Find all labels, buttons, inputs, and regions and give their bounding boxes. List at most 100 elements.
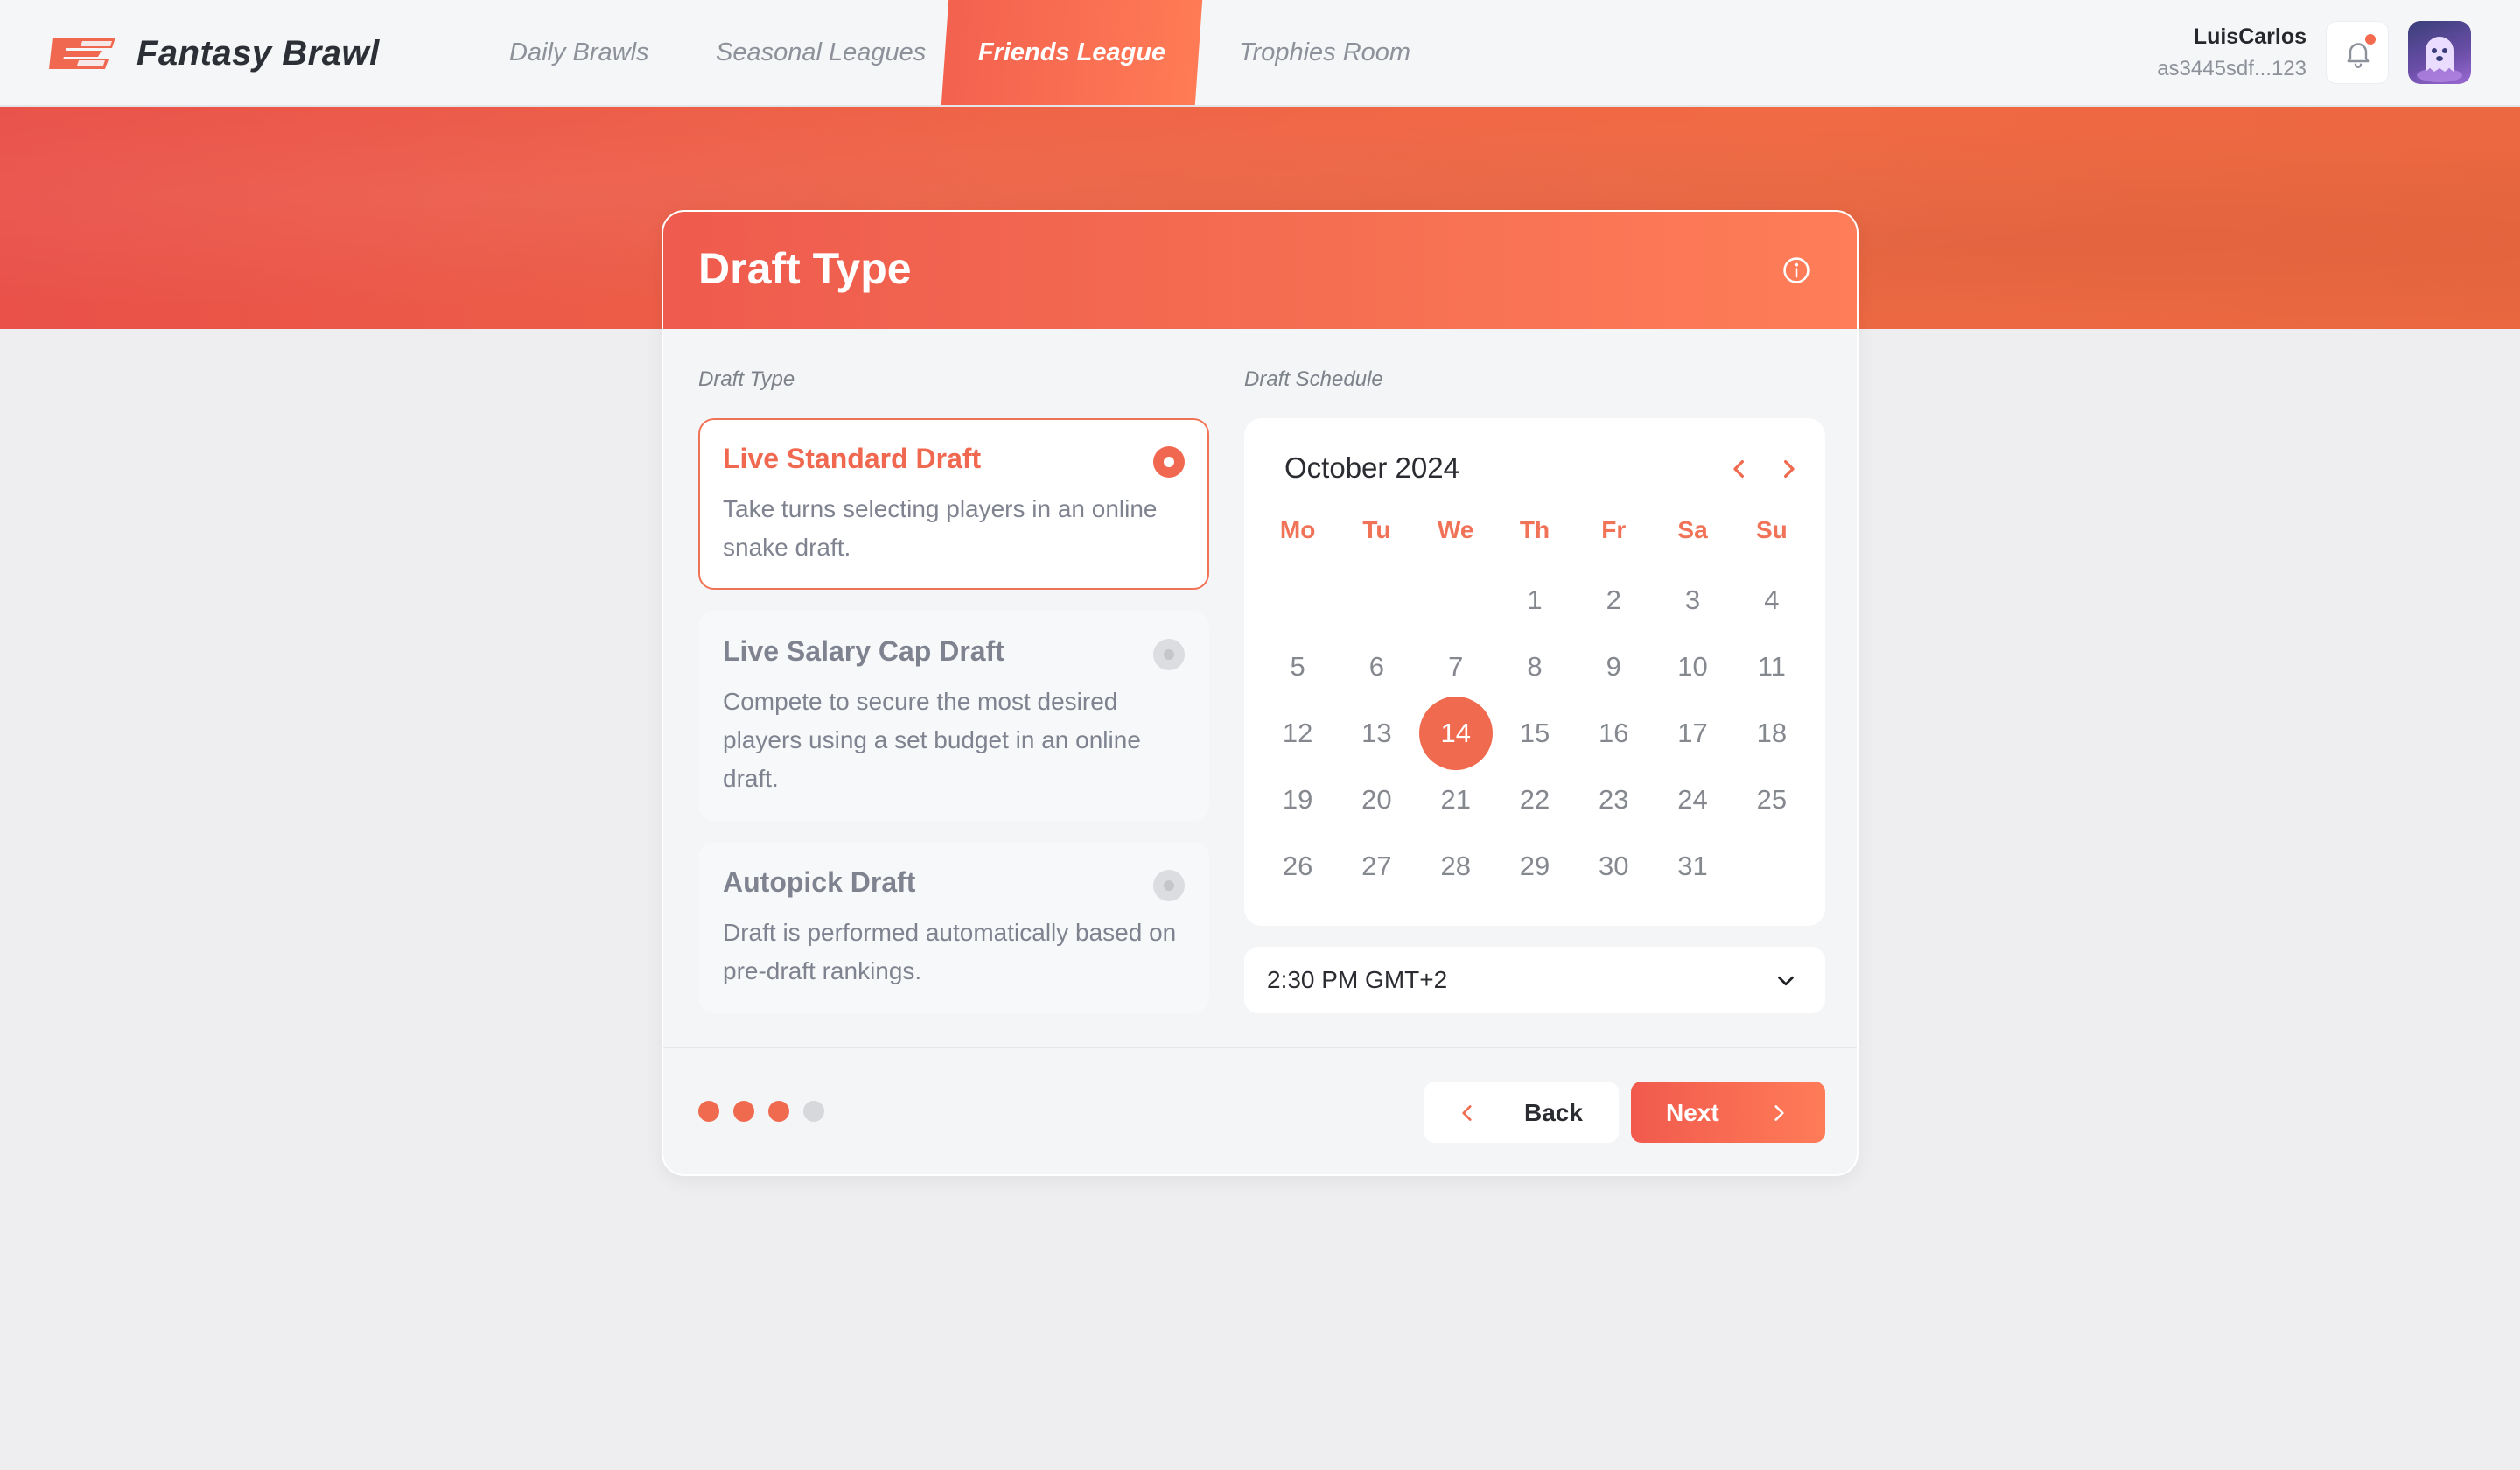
- step-dot-pending: [803, 1101, 824, 1122]
- calendar-day[interactable]: 2: [1574, 567, 1653, 634]
- back-button[interactable]: Back: [1424, 1082, 1619, 1143]
- calendar-day[interactable]: 5: [1258, 634, 1337, 700]
- radio-button[interactable]: [1153, 639, 1185, 670]
- step-dot-completed: [733, 1101, 754, 1122]
- next-button-label: Next: [1666, 1099, 1719, 1126]
- calendar-day[interactable]: 9: [1574, 634, 1653, 700]
- calendar-day[interactable]: 18: [1732, 700, 1811, 766]
- calendar-day[interactable]: 7: [1417, 634, 1495, 700]
- draft-time-select[interactable]: 2:30 PM GMT+2: [1244, 947, 1825, 1013]
- calendar-day[interactable]: 16: [1574, 700, 1653, 766]
- calendar-day-empty: [1337, 567, 1416, 634]
- calendar-day-label: 13: [1362, 718, 1392, 748]
- calendar-day-label: 15: [1519, 718, 1550, 748]
- avatar[interactable]: [2408, 21, 2471, 84]
- calendar-day-grid: 1 2 3 4 5 6 7 8 9 10 11 12 13 14 15 16 17 18 19 20 21 22 23 24 2…: [1258, 567, 1811, 900]
- weekday-label: Sa: [1677, 516, 1708, 543]
- calendar-day-label: 12: [1282, 718, 1313, 748]
- calendar-day-label: 25: [1756, 784, 1788, 815]
- weekday-label: Tu: [1362, 516, 1391, 543]
- calendar-day-label: 3: [1684, 584, 1701, 615]
- calendar-day[interactable]: 6: [1337, 634, 1416, 700]
- tab-label: Seasonal Leagues: [716, 38, 927, 66]
- brand-name: Fantasy Brawl: [136, 33, 380, 73]
- user-info[interactable]: LuisCarlos as3445sdf...123: [2157, 24, 2306, 81]
- calendar-day[interactable]: 8: [1495, 634, 1574, 700]
- fb-logo-icon: [49, 38, 116, 69]
- calendar-day[interactable]: 31: [1653, 833, 1732, 900]
- calendar-day[interactable]: 13: [1337, 700, 1416, 766]
- calendar-day[interactable]: 23: [1574, 766, 1653, 833]
- calendar-day[interactable]: 29: [1495, 833, 1574, 900]
- calendar-day[interactable]: 24: [1653, 766, 1732, 833]
- draft-option-description: Draft is performed automatically based o…: [723, 919, 1177, 984]
- draft-option-live-standard[interactable]: Live Standard Draft Take turns selecting…: [698, 418, 1209, 590]
- draft-option-description: Take turns selecting players in an onlin…: [723, 495, 1158, 561]
- calendar-month-label: October 2024: [1284, 452, 1460, 484]
- calendar-week-row: 12 13 14 15 16 17 18: [1258, 696, 1811, 770]
- calendar-day-empty: [1417, 567, 1495, 634]
- radio-button[interactable]: [1153, 870, 1185, 901]
- weekday-label: Th: [1519, 516, 1550, 543]
- calendar-day-label: 2: [1606, 584, 1621, 615]
- chevron-right-icon: [1774, 1105, 1784, 1121]
- calendar-day-label: 8: [1527, 651, 1543, 682]
- calendar-day[interactable]: 11: [1732, 634, 1811, 700]
- next-button[interactable]: Next: [1631, 1082, 1825, 1143]
- calendar-day-label: 14: [1418, 696, 1493, 770]
- tab-friends-league[interactable]: Friends League: [945, 0, 1199, 105]
- calendar-day-label: 29: [1519, 850, 1550, 881]
- radio-button[interactable]: [1153, 446, 1185, 478]
- calendar-day-label: 1: [1527, 584, 1543, 615]
- step-dot-completed: [768, 1101, 789, 1122]
- calendar-day-label: 10: [1677, 651, 1708, 682]
- calendar-day[interactable]: 19: [1258, 766, 1337, 833]
- calendar-day[interactable]: 10: [1653, 634, 1732, 700]
- calendar-day[interactable]: 27: [1337, 833, 1416, 900]
- calendar-day-selected[interactable]: 14: [1417, 696, 1495, 770]
- calendar-day[interactable]: 3: [1653, 567, 1732, 634]
- calendar-day-label: 18: [1756, 718, 1788, 748]
- draft-option-title: Autopick Draft: [723, 866, 916, 898]
- calendar-day[interactable]: 28: [1417, 833, 1495, 900]
- tab-daily-brawls[interactable]: Daily Brawls: [509, 0, 649, 105]
- draft-option-live-salary-cap[interactable]: Live Salary Cap Draft Compete to secure …: [698, 611, 1209, 821]
- draft-type-card: Draft Type Draft Type Draft Schedule Liv…: [662, 210, 1858, 1176]
- notifications-button[interactable]: [2326, 21, 2389, 84]
- tab-trophies-room[interactable]: Trophies Room: [1239, 0, 1410, 105]
- calendar-day[interactable]: 4: [1732, 567, 1811, 634]
- calendar-day-label: 11: [1757, 651, 1786, 682]
- calendar-day[interactable]: 12: [1258, 700, 1337, 766]
- calendar-day[interactable]: 30: [1574, 833, 1653, 900]
- calendar-day[interactable]: 1: [1495, 567, 1574, 634]
- calendar-day-label: 6: [1368, 651, 1385, 682]
- chevron-left-icon[interactable]: [1722, 452, 1757, 486]
- weekday-label: Fr: [1601, 516, 1627, 543]
- chevron-right-icon[interactable]: [1771, 452, 1806, 486]
- calendar-day[interactable]: 15: [1495, 700, 1574, 766]
- calendar-week-row: 26 27 28 29 30 31: [1258, 833, 1811, 900]
- tab-seasonal-leagues[interactable]: Seasonal Leagues: [716, 0, 926, 105]
- calendar-day-label: 17: [1677, 718, 1708, 748]
- brand[interactable]: Fantasy Brawl: [47, 32, 380, 75]
- calendar-day[interactable]: 21: [1417, 766, 1495, 833]
- draft-schedule-section-label: Draft Schedule: [1244, 368, 1383, 391]
- calendar-day[interactable]: 26: [1258, 833, 1337, 900]
- info-icon[interactable]: [1782, 256, 1811, 285]
- calendar-day-label: 20: [1362, 784, 1392, 815]
- calendar-day[interactable]: 25: [1732, 766, 1811, 833]
- step-progress: [698, 1101, 824, 1122]
- draft-option-title: Live Standard Draft: [723, 443, 982, 474]
- calendar-week-row: 5 6 7 8 9 10 11: [1258, 634, 1811, 700]
- chevron-down-icon: [1778, 976, 1794, 986]
- calendar-day[interactable]: 20: [1337, 766, 1416, 833]
- calendar-day-label: 9: [1606, 651, 1621, 682]
- draft-option-title: Live Salary Cap Draft: [723, 635, 1004, 667]
- calendar-day-empty: [1258, 567, 1337, 634]
- calendar-day[interactable]: 22: [1495, 766, 1574, 833]
- calendar-week-row: 19 20 21 22 23 24 25: [1258, 766, 1811, 833]
- weekday-label: Su: [1755, 516, 1788, 543]
- draft-calendar: October 2024 Mo Tu We Th Fr Sa Su 123456…: [1244, 418, 1825, 926]
- draft-option-autopick[interactable]: Autopick Draft Draft is performed automa…: [698, 842, 1209, 1013]
- calendar-day[interactable]: 17: [1653, 700, 1732, 766]
